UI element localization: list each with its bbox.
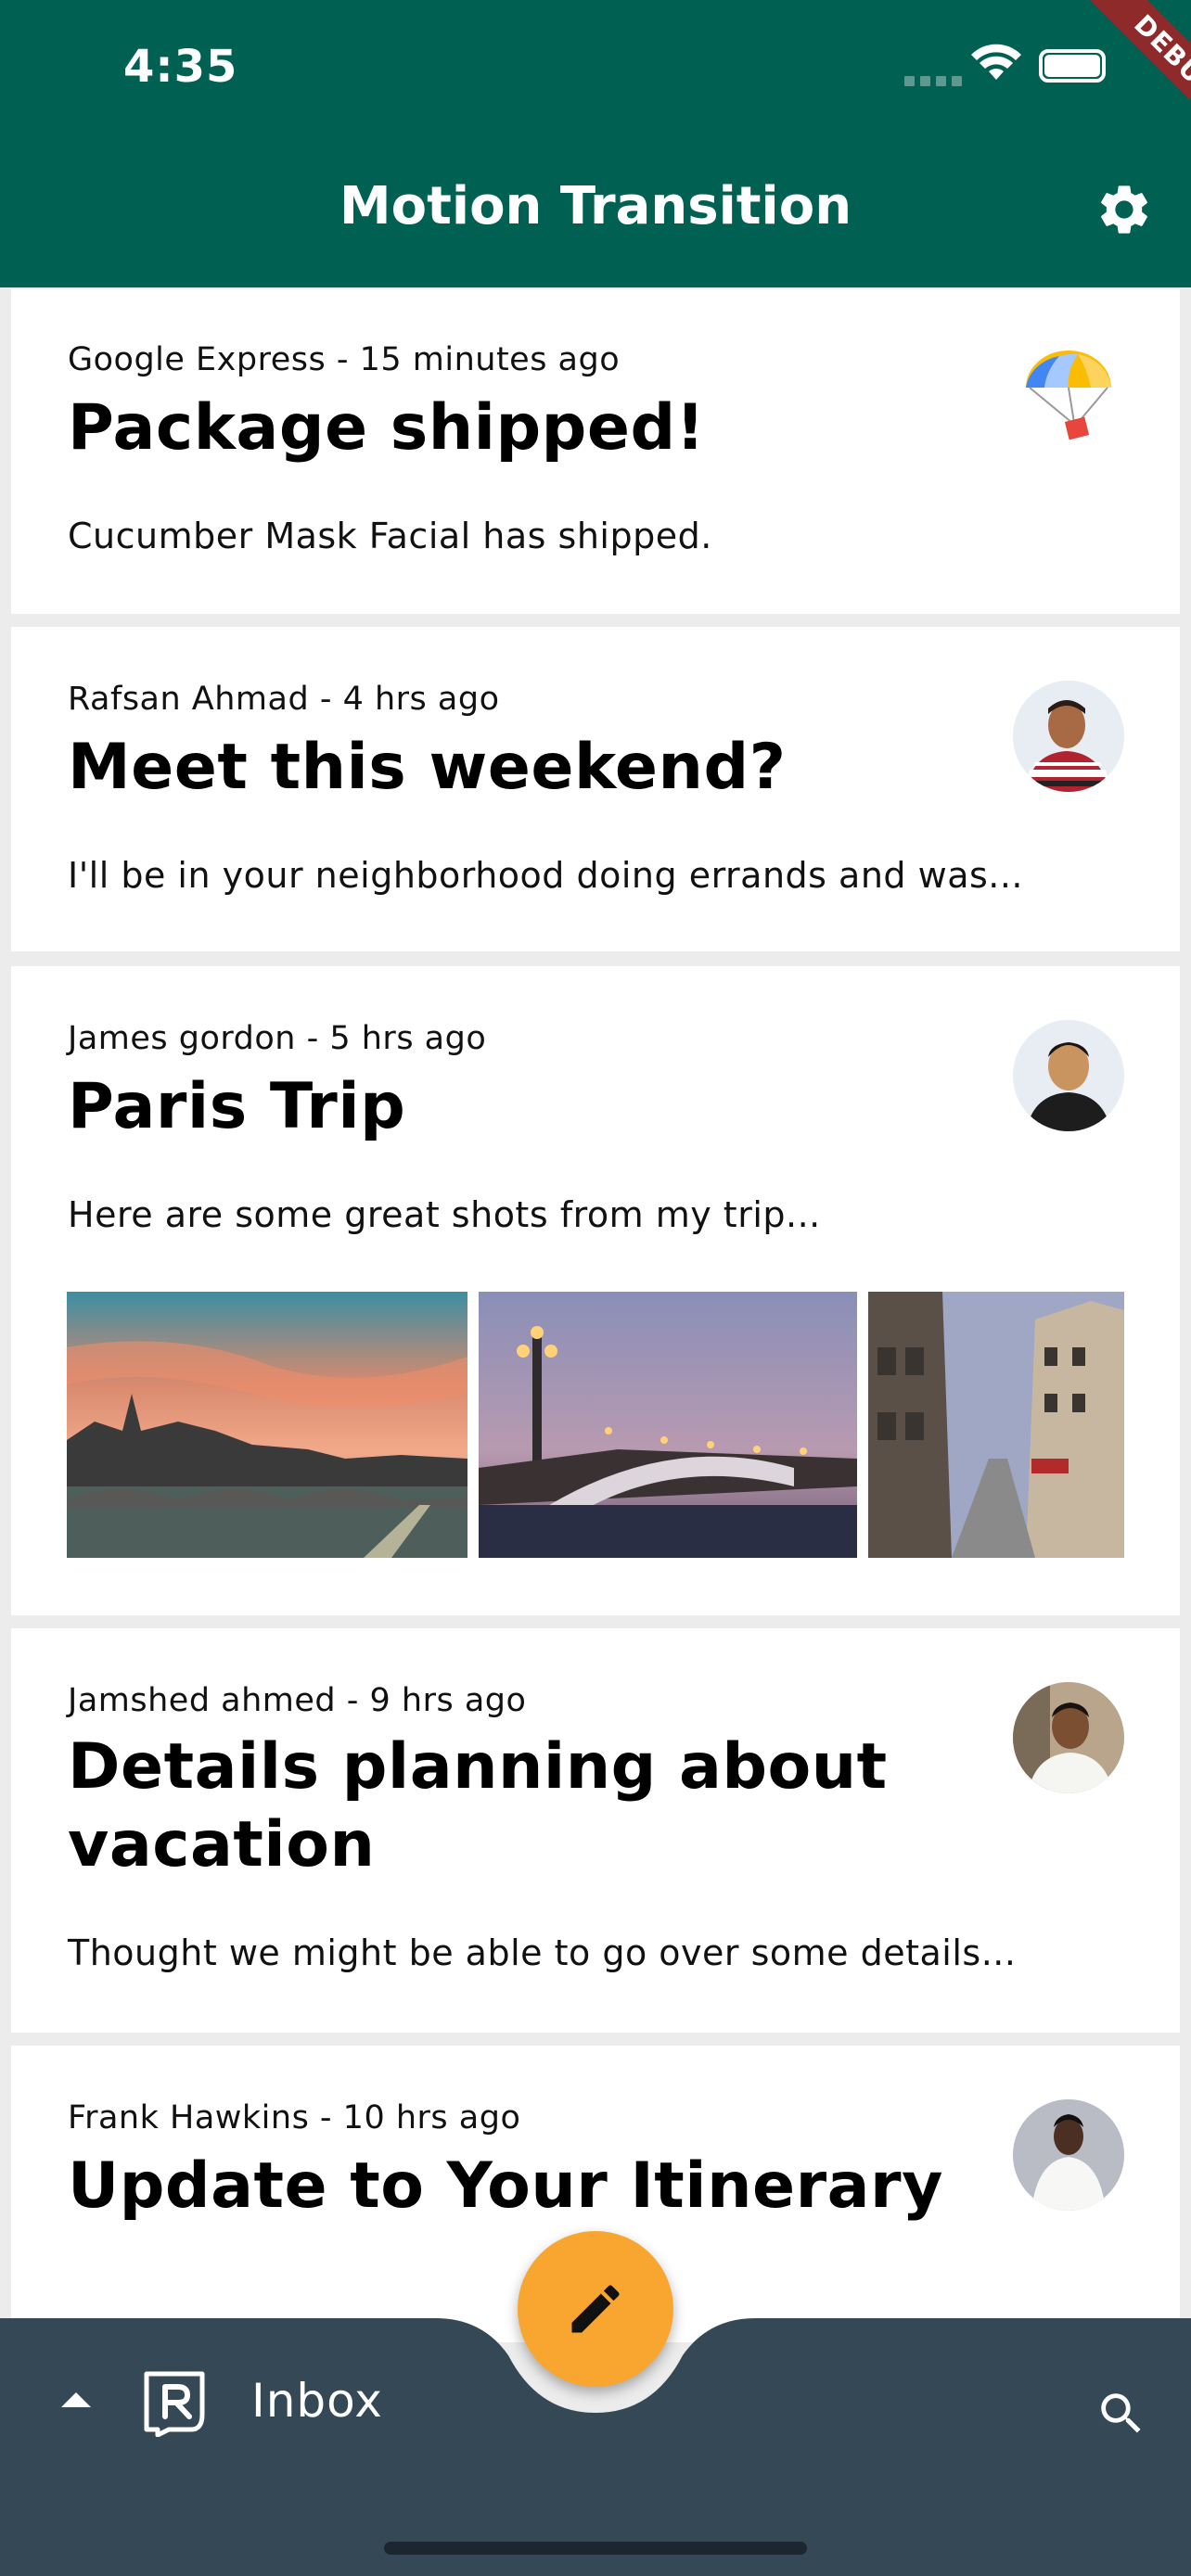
sender-avatar <box>1013 2099 1124 2211</box>
app-bar: 4:35 DEBUG Motion Transition <box>0 0 1191 287</box>
email-subject: Paris Trip <box>68 1070 406 1143</box>
email-subject: Package shipped! <box>68 391 706 465</box>
email-meta: Jamshed ahmed - 9 hrs ago <box>68 1682 527 1719</box>
email-subject: Meet this weekend? <box>68 731 787 804</box>
attachment-photo-sunset[interactable] <box>67 1292 467 1558</box>
search-icon[interactable] <box>1095 2387 1148 2441</box>
attachment-photo-bridge[interactable] <box>479 1292 857 1558</box>
battery-icon <box>1039 49 1106 83</box>
email-subject: Update to Your Itinerary <box>68 2149 943 2223</box>
email-card[interactable]: Google Express - 15 minutes ago Package … <box>11 289 1180 614</box>
gear-icon[interactable] <box>1095 180 1154 239</box>
caret-up-icon[interactable] <box>61 2391 91 2407</box>
compose-fab[interactable] <box>518 2231 673 2387</box>
attachment-photo-street[interactable] <box>868 1292 1124 1558</box>
email-meta: James gordon - 5 hrs ago <box>68 1020 487 1057</box>
email-preview: Here are some great shots from my trip..… <box>68 1194 821 1235</box>
page-title: Motion Transition <box>339 176 852 236</box>
email-subject-line: vacation <box>68 1808 376 1881</box>
cellular-signal-icon <box>904 76 962 86</box>
mailbox-label[interactable]: Inbox <box>251 2374 383 2428</box>
email-preview: Cucumber Mask Facial has shipped. <box>68 516 712 556</box>
reply-logo-icon <box>144 2371 205 2437</box>
sender-avatar <box>1013 681 1124 792</box>
sender-avatar <box>1013 1682 1124 1793</box>
parachute-logo <box>1026 351 1111 440</box>
home-indicator <box>384 2542 807 2555</box>
email-subject: Details planning about vacation <box>68 1728 995 1884</box>
email-card[interactable]: Jamshed ahmed - 9 hrs ago Details planni… <box>11 1628 1180 2033</box>
email-card[interactable]: Rafsan Ahmad - 4 hrs ago Meet this weeke… <box>11 627 1180 951</box>
email-preview: Thought we might be able to go over some… <box>68 1932 1017 1973</box>
email-meta: Google Express - 15 minutes ago <box>68 341 621 378</box>
status-time: 4:35 <box>123 41 238 93</box>
email-preview: I'll be in your neighborhood doing erran… <box>68 855 1024 896</box>
sender-avatar <box>1013 1020 1124 1131</box>
email-meta: Rafsan Ahmad - 4 hrs ago <box>68 681 500 718</box>
pencil-icon <box>571 2285 620 2333</box>
email-meta: Frank Hawkins - 10 hrs ago <box>68 2099 521 2136</box>
email-subject-line: Details planning about <box>68 1730 888 1804</box>
wifi-icon <box>971 44 1021 80</box>
